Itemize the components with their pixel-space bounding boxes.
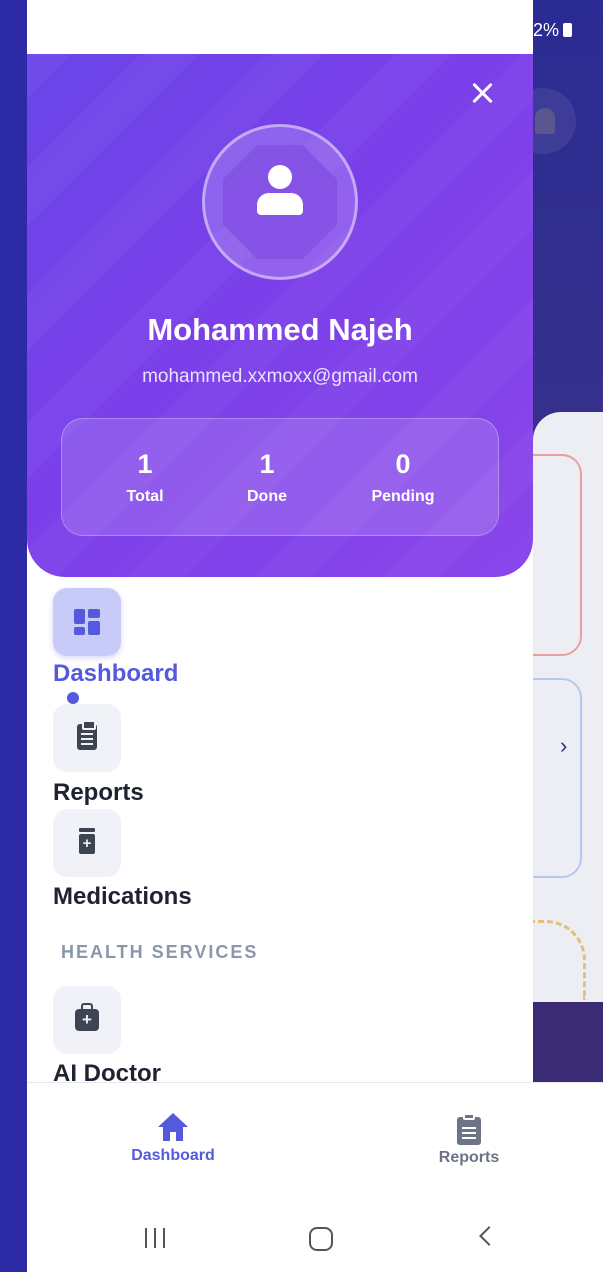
stat-value: 0 [395,449,411,479]
stat-label: Done [247,488,287,505]
section-title-health-services: HEALTH SERVICES [61,942,259,962]
clipboard-icon [77,720,97,750]
active-indicator [67,692,79,704]
home-button[interactable] [309,1227,333,1251]
user-name: Mohammed Najeh [147,312,413,347]
bottom-nav-dashboard-label: Dashboard [131,1147,215,1164]
clipboard-icon [456,1113,482,1145]
back-button[interactable] [479,1226,499,1246]
chevron-right-icon: › [560,733,568,758]
background-footer [533,1002,603,1082]
close-drawer-button[interactable] [465,76,501,112]
bottom-nav-reports-label: Reports [438,1149,500,1166]
stat-pending: 0 Pending [343,449,463,506]
menu-item-medications-label[interactable]: Medications [53,883,192,911]
bell-icon [535,108,555,134]
recent-apps-button[interactable] [145,1228,167,1248]
bottom-nav-dashboard[interactable]: Dashboard [117,1113,229,1165]
stat-done: 1 Done [207,449,327,506]
profile-header: Mohammed Najeh mohammed.xxmoxx@gmail.com… [27,54,533,577]
system-navigation-bar [27,1202,603,1272]
user-icon-body [257,193,303,215]
stat-total: 1 Total [85,449,205,506]
avatar[interactable] [202,124,358,280]
menu-item-medications[interactable] [53,809,121,877]
medicine-bottle-icon [79,828,95,854]
dashboard-grid-icon [74,609,100,635]
bottom-nav-reports[interactable]: Reports [419,1113,519,1167]
stat-value: 1 [137,449,153,479]
home-icon [158,1113,188,1143]
stat-label: Total [126,488,164,505]
bottom-navigation: Dashboard Reports [27,1082,603,1202]
menu-item-reports[interactable] [53,704,121,772]
menu-item-dashboard[interactable] [53,588,121,656]
navigation-drawer: Mohammed Najeh mohammed.xxmoxx@gmail.com… [27,0,533,1085]
menu-item-ai-doctor[interactable] [53,986,121,1054]
stat-value: 1 [259,449,275,479]
user-email: mohammed.xxmoxx@gmail.com [142,366,418,387]
status-battery: 2% [533,20,603,41]
stat-label: Pending [371,488,435,505]
user-icon [268,165,292,189]
menu-item-dashboard-label[interactable]: Dashboard [53,660,178,688]
battery-icon [563,23,573,37]
background-edge [0,0,27,1272]
stats-panel: 1 Total 1 Done 0 Pending [61,418,499,536]
menu-item-reports-label[interactable]: Reports [53,779,144,807]
medical-bag-icon [75,1003,99,1031]
